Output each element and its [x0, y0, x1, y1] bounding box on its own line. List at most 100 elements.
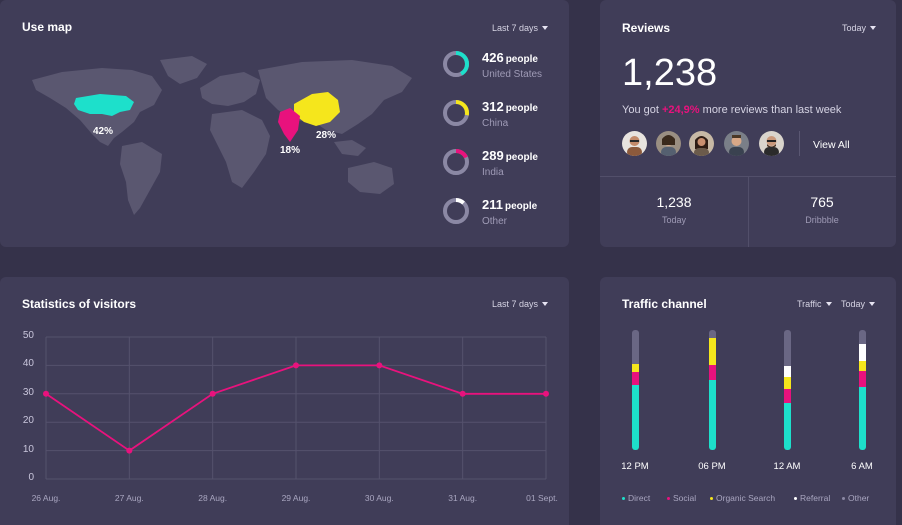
- reviews-range-label: Today: [842, 23, 867, 33]
- donut-ring-icon: [443, 51, 469, 77]
- avatar-person-icon: [627, 136, 642, 156]
- view-all-link[interactable]: View All: [813, 139, 850, 151]
- legend-item: Direct: [622, 493, 650, 503]
- map-se-asia: [334, 140, 366, 156]
- avatar-person-icon: [694, 136, 709, 156]
- country-stat-unit: people: [504, 200, 538, 212]
- avatar-person-icon: [764, 136, 779, 156]
- data-point: [459, 390, 466, 397]
- chevron-down-icon: [869, 302, 876, 306]
- country-stat-label: China: [482, 117, 509, 129]
- avatar[interactable]: [724, 131, 749, 156]
- bar-segment-referral: [783, 365, 791, 377]
- use-map-title: Use map: [22, 20, 73, 34]
- legend-item: Social: [667, 493, 696, 503]
- bar-segment-direct: [858, 386, 866, 450]
- today-value: 1,238: [656, 194, 692, 210]
- reviews-sentence-suffix: more reviews than last week: [699, 104, 842, 116]
- map-africa: [210, 110, 270, 188]
- data-point: [293, 362, 299, 369]
- chevron-down-icon: [870, 26, 877, 30]
- legend-label: Referral: [800, 493, 831, 503]
- bar-segment-organic: [783, 376, 791, 389]
- chevron-down-icon: [542, 26, 549, 30]
- visitors-line-chart: [43, 336, 549, 480]
- country-stat-count: 289: [482, 147, 504, 163]
- country-stat: 312 people China: [442, 97, 538, 129]
- avatar[interactable]: [759, 131, 784, 156]
- traffic-filter-dropdown[interactable]: Traffic: [797, 299, 832, 309]
- country-stat-unit: people: [505, 102, 538, 114]
- bar-segment-organic: [631, 363, 639, 373]
- legend-dot-icon: [667, 496, 670, 500]
- today-label: Today: [661, 215, 687, 225]
- bar-segment-social: [783, 388, 791, 404]
- bar-segment-organic: [708, 338, 716, 365]
- bar-time-label: 06 PM: [698, 461, 726, 472]
- country-stat-unit: people: [505, 151, 538, 163]
- map-label-china: 28%: [316, 130, 337, 141]
- bar-segment-social: [858, 370, 866, 387]
- data-point: [209, 390, 216, 397]
- use-map-range-label: Last 7 days: [492, 23, 539, 33]
- dribbble-value: 765: [810, 194, 834, 210]
- country-stat-text: 312 people China: [482, 98, 538, 129]
- donut-ring-icon: [443, 149, 469, 175]
- country-stat-unit: people: [505, 53, 538, 65]
- avatar[interactable]: [622, 131, 647, 156]
- map-label-india: 18%: [280, 145, 301, 156]
- use-map-range-dropdown[interactable]: Last 7 days: [492, 23, 549, 33]
- traffic-range-label: Today: [841, 299, 866, 309]
- traffic-filter-label: Traffic: [797, 299, 822, 309]
- data-point: [43, 390, 49, 397]
- world-map: [32, 56, 412, 215]
- country-stat: 426 people United States: [442, 48, 542, 80]
- country-stat-text: 289 people India: [482, 147, 538, 178]
- country-stat-count: 312: [482, 98, 504, 114]
- dribbble-label: Dribbble: [805, 215, 839, 225]
- donut-ring-icon: [443, 198, 469, 224]
- reviews-sentence: You got +24,9% more reviews than last we…: [622, 104, 841, 116]
- legend-item: Organic Search: [710, 493, 775, 503]
- avatar[interactable]: [656, 131, 681, 156]
- reviews-split-divider: [748, 177, 749, 247]
- reviews-sentence-prefix: You got: [622, 104, 662, 116]
- avatar-person-icon: [661, 135, 676, 156]
- map-greenland: [160, 56, 207, 84]
- reviews-total: 1,238: [622, 52, 718, 94]
- map-label-usa: 42%: [93, 126, 114, 137]
- country-stat-label: United States: [482, 68, 543, 80]
- traffic-range-dropdown[interactable]: Today: [841, 299, 876, 309]
- avatar-person-icon: [729, 135, 744, 156]
- map-australia: [348, 162, 394, 194]
- bar-segment-direct: [783, 403, 791, 450]
- country-stat-label: Other: [482, 215, 508, 227]
- bar-segment-direct: [631, 384, 639, 450]
- bar-segment-organic: [858, 360, 866, 371]
- legend-dot-icon: [710, 496, 713, 500]
- legend-item: Other: [842, 493, 869, 503]
- map-south-america: [120, 142, 162, 215]
- avatar[interactable]: [689, 131, 714, 156]
- bar-time-label: 6 AM: [851, 461, 873, 472]
- bar-segment-other: [858, 330, 866, 345]
- map-europe: [200, 72, 260, 106]
- reviews-card: Reviews Today 1,238 You got +24,9% more …: [600, 0, 896, 247]
- legend-label: Organic Search: [716, 493, 776, 503]
- reviews-growth: +24,9%: [661, 104, 700, 116]
- legend-label: Social: [673, 493, 697, 503]
- country-stat-count: 211: [482, 196, 503, 212]
- country-stat: 211 people Other: [442, 195, 537, 227]
- bar-segment-other: [631, 330, 639, 364]
- chevron-down-icon: [825, 302, 832, 306]
- reviews-range-dropdown[interactable]: Today: [842, 23, 877, 33]
- legend-item: Referral: [794, 493, 830, 503]
- country-stat-label: India: [482, 166, 504, 178]
- bar-segment-social: [631, 372, 639, 385]
- donut-ring-icon: [443, 100, 469, 126]
- legend-label: Direct: [628, 493, 651, 503]
- data-point: [543, 390, 549, 397]
- bar-time-label: 12 AM: [773, 461, 801, 472]
- data-point: [126, 447, 133, 454]
- use-map-card: Use map Last 7 days 42% 28% 18% 426 peopl…: [0, 0, 569, 247]
